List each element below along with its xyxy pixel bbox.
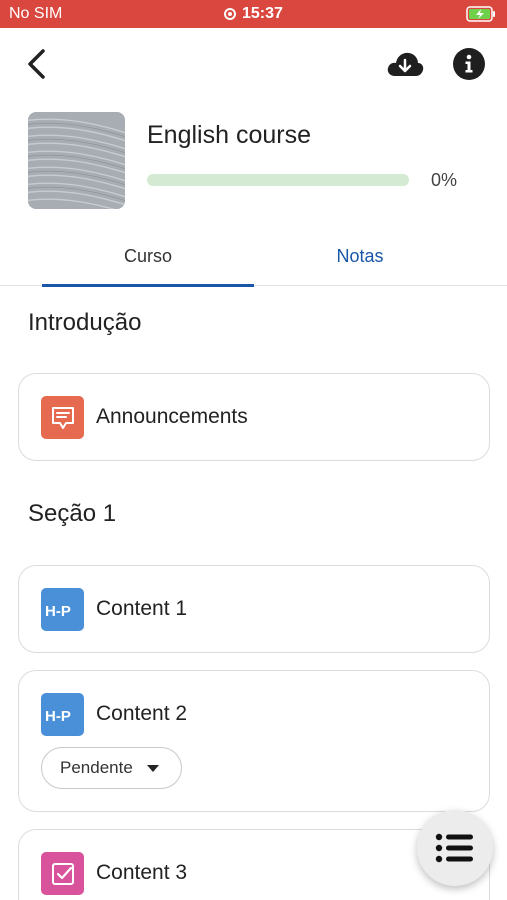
info-icon[interactable] — [452, 47, 486, 81]
module-card-content-2[interactable]: H-P Content 2 Pendente — [18, 670, 490, 812]
status-bar: No SIM 15:37 — [0, 0, 507, 28]
h5p-icon: H-P — [41, 693, 84, 736]
module-name: Content 2 — [96, 702, 188, 725]
module-card-announcements[interactable]: Announcements — [18, 373, 490, 461]
course-tabs: Curso Notas — [0, 226, 507, 287]
tab-grades[interactable]: Notas — [254, 226, 466, 286]
caret-down-icon — [147, 765, 159, 772]
status-clock: 15:37 — [224, 5, 283, 23]
module-card-content-1[interactable]: H-P Content 1 — [18, 565, 490, 653]
carrier-label: No SIM — [9, 5, 63, 22]
forum-icon — [41, 396, 84, 439]
cloud-download-icon[interactable] — [385, 48, 425, 80]
back-button[interactable] — [22, 46, 54, 82]
screen-recording-icon — [224, 8, 236, 20]
module-name: Announcements — [96, 405, 248, 428]
section-title-1: Seção 1 — [28, 500, 117, 527]
status-time: 15:37 — [242, 5, 283, 22]
course-title: English course — [147, 121, 311, 149]
svg-text:H-P: H-P — [45, 708, 71, 725]
course-progress-bar — [147, 174, 409, 186]
course-image — [28, 112, 125, 209]
course-index-button[interactable] — [417, 810, 493, 886]
course-progress-label: 0% — [431, 170, 458, 190]
tab-course[interactable]: Curso — [42, 226, 254, 287]
course-index-list-icon — [435, 833, 473, 863]
completion-status-dropdown[interactable]: Pendente — [41, 747, 182, 789]
module-name: Content 3 — [96, 861, 188, 884]
svg-text:H-P: H-P — [45, 603, 71, 620]
module-name: Content 1 — [96, 597, 188, 620]
battery-charging-icon — [466, 6, 495, 22]
completion-status-label: Pendente — [60, 758, 133, 777]
assignment-icon — [41, 852, 84, 895]
section-title-intro: Introdução — [28, 309, 142, 336]
h5p-icon: H-P — [41, 588, 84, 631]
